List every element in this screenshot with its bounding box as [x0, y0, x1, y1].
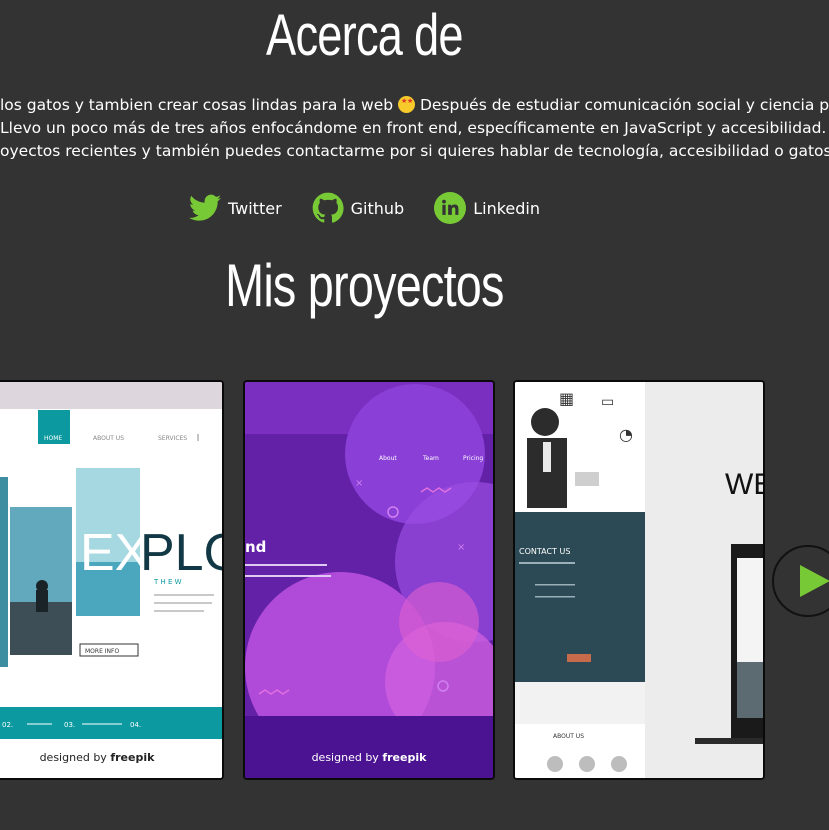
svg-text:▦: ▦: [559, 389, 574, 408]
credit-prefix: designed by: [311, 751, 379, 764]
nav-team: Team: [422, 455, 439, 462]
bio-line-1-end: Después de estudiar comunicación social …: [419, 96, 829, 114]
nav-pricing: Pricing: [463, 455, 483, 462]
github-link[interactable]: Github: [312, 192, 405, 224]
svg-text:×: ×: [355, 478, 363, 489]
contact-us-label: CONTACT US: [519, 547, 570, 556]
github-icon: [312, 192, 344, 223]
github-label: Github: [350, 198, 405, 218]
project-preview-business: ▦ ▭ ◔ CONTACT US ABOUT US WE: [515, 382, 763, 778]
twitter-label: Twitter: [228, 198, 282, 218]
project-card-business[interactable]: ▦ ▭ ◔ CONTACT US ABOUT US WE: [513, 380, 765, 780]
bio-line-3: oyectos recientes y también puedes conta…: [0, 142, 829, 160]
svg-text:×: ×: [457, 542, 465, 553]
project-card-explore[interactable]: HOME ABOUT US SERVICES EX PLO T H E W MO…: [0, 380, 224, 780]
project-card-purple[interactable]: About Team Pricing nd × × designed by fr…: [243, 380, 495, 780]
twitter-link[interactable]: Twitter: [189, 192, 282, 224]
bio-line-2: Llevo un poco más de tres años enfocándo…: [0, 119, 829, 137]
social-links: Twitter Github Linkedin: [0, 192, 729, 224]
projects-heading: Mis proyectos: [225, 252, 504, 319]
pager-02: 02.: [2, 721, 13, 729]
portfolio-page: Acerca de los gatos y tambien crear cosa…: [0, 0, 829, 830]
bio-line-1: los gatos y tambien crear cosas lindas p…: [0, 94, 829, 117]
pager-04: 04.: [130, 721, 141, 729]
project-preview-explore: HOME ABOUT US SERVICES EX PLO T H E W MO…: [0, 382, 222, 778]
linkedin-icon: [434, 192, 467, 224]
star-struck-emoji-icon: [398, 96, 416, 113]
carousel-next-button[interactable]: [772, 545, 829, 617]
credit-brand: freepik: [110, 751, 155, 764]
freepik-credit: designed by freepik: [0, 751, 222, 764]
svg-text:◔: ◔: [619, 425, 633, 444]
hero-word-ex: EX: [80, 524, 149, 582]
hero-heading-fragment: nd: [245, 538, 266, 556]
about-heading: Acerca de: [266, 3, 463, 68]
play-arrow-icon: [800, 565, 829, 597]
twitter-icon: [189, 194, 222, 221]
credit-brand: freepik: [382, 751, 427, 764]
projects-carousel: HOME ABOUT US SERVICES EX PLO T H E W MO…: [0, 380, 829, 780]
pager-03: 03.: [64, 721, 75, 729]
svg-text:▭: ▭: [601, 394, 614, 410]
about-bio: los gatos y tambien crear cosas lindas p…: [0, 94, 829, 163]
hero-word-plo: PLO: [140, 524, 222, 582]
more-info-button: MORE INFO: [85, 648, 119, 655]
credit-prefix: designed by: [39, 751, 107, 764]
linkedin-link[interactable]: Linkedin: [434, 192, 540, 224]
nav-home: HOME: [44, 435, 62, 442]
nav-about: About: [379, 455, 397, 462]
linkedin-label: Linkedin: [473, 198, 540, 218]
hero-subtitle: T H E W: [153, 578, 182, 586]
project-preview-purple: About Team Pricing nd × ×: [245, 382, 493, 778]
bio-line-1-start: los gatos y tambien crear cosas lindas p…: [0, 96, 394, 114]
nav-services: SERVICES: [158, 435, 187, 442]
freepik-credit: designed by freepik: [245, 751, 493, 764]
about-us-label: ABOUT US: [553, 733, 584, 740]
business-big-text: WE: [725, 468, 763, 501]
nav-about-us: ABOUT US: [93, 435, 124, 442]
